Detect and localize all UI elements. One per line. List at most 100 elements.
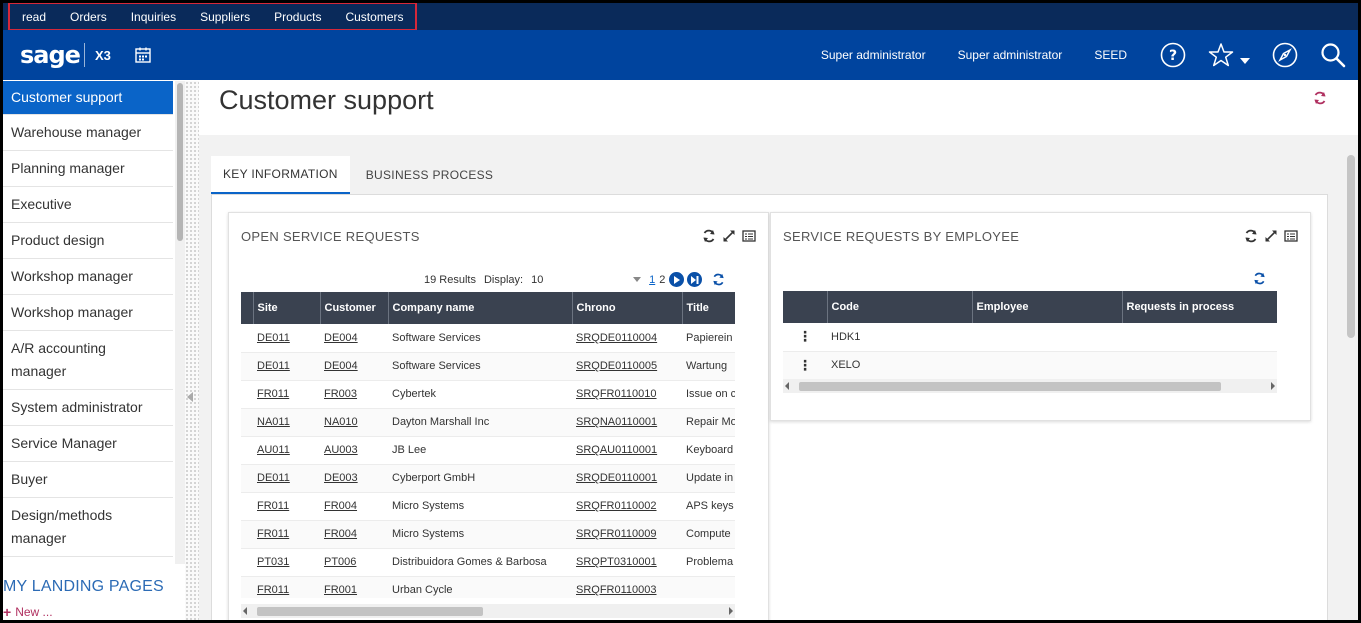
refresh-grid-icon[interactable] [712, 273, 725, 286]
customer-cell[interactable]: FR001 [320, 576, 388, 598]
scroll-right-icon[interactable] [729, 607, 733, 615]
chrono-cell[interactable]: SRQFR0110010 [572, 380, 682, 409]
site-cell[interactable]: DE011 [253, 324, 320, 353]
page-2-link[interactable]: 2 [659, 274, 665, 286]
expand-icon[interactable] [722, 229, 736, 243]
table-row[interactable]: PT031 PT006 Distribuidora Gomes & Barbosa S… [241, 548, 735, 577]
customer-cell[interactable]: FR003 [320, 380, 388, 409]
chrono-cell[interactable]: SRQFR0110003 [572, 576, 682, 598]
chrono-cell[interactable]: SRQAU0110001 [572, 436, 682, 465]
chrono-cell[interactable]: SRQFR0110002 [572, 492, 682, 521]
chrono-cell[interactable]: SRQDE0110001 [572, 464, 682, 493]
column-header-customer[interactable]: Customer [320, 292, 389, 324]
help-icon[interactable]: ? [1159, 41, 1187, 69]
table-row[interactable]: DE011 DE003 Cyberport GmbH SRQDE0110001 Upda… [241, 464, 735, 493]
sidebar-item-workshop-manager-2[interactable]: Workshop manager [3, 295, 173, 331]
collapse-sidebar-icon[interactable] [187, 392, 193, 402]
sage-logo[interactable]: sage [20, 41, 81, 69]
table-row[interactable]: DE011 DE004 Software Services SRQDE0110005 W… [241, 352, 735, 381]
folder-link[interactable]: SEED [1094, 48, 1127, 62]
sidebar-item-system-administrator[interactable]: System administrator [3, 390, 173, 426]
site-cell[interactable]: AU011 [253, 436, 320, 465]
row-selector[interactable] [241, 352, 253, 381]
chrono-cell[interactable]: SRQDE0110005 [572, 352, 682, 381]
tab-business-process[interactable]: BUSINESS PROCESS [354, 156, 506, 194]
chrono-cell[interactable]: SRQFR0110009 [572, 520, 682, 549]
table-row[interactable]: FR011 FR001 Urban Cycle SRQFR0110003 [241, 576, 735, 598]
table-row[interactable]: FR011 FR003 Cybertek SRQFR0110010 Issue on c [241, 380, 735, 409]
column-header-site[interactable]: Site [253, 292, 321, 324]
table-row[interactable]: DE011 DE004 Software Services SRQDE0110004 P… [241, 324, 735, 353]
table-row[interactable]: AU011 AU003 JB Lee SRQAU0110001 Keyboard [241, 436, 735, 465]
expand-icon[interactable] [1264, 229, 1278, 243]
row-selector[interactable] [241, 380, 253, 409]
user-role-link[interactable]: Super administrator [821, 48, 926, 62]
tab-key-information[interactable]: KEY INFORMATION [211, 156, 350, 194]
refresh-icon[interactable] [1244, 229, 1258, 243]
table-row[interactable]: ⋮ HDK1 [783, 323, 1277, 352]
scroll-thumb[interactable] [257, 607, 483, 616]
customer-cell[interactable]: DE004 [320, 324, 388, 353]
chevron-down-icon[interactable] [1239, 41, 1251, 69]
row-selector[interactable] [241, 464, 253, 493]
top-menu-products[interactable]: Products [274, 10, 321, 24]
table-row[interactable]: FR011 FR004 Micro Systems SRQFR0110002 APS k… [241, 492, 735, 521]
site-cell[interactable]: FR011 [253, 520, 320, 549]
scroll-left-icon[interactable] [243, 607, 247, 615]
main-scrollbar[interactable] [1346, 153, 1356, 620]
table-row[interactable]: NA011 NA010 Dayton Marshall Inc SRQNA011000… [241, 408, 735, 437]
column-header-company-name[interactable]: Company name [388, 292, 573, 324]
sidebar-splitter[interactable] [185, 81, 199, 620]
site-cell[interactable]: DE011 [253, 352, 320, 381]
sidebar-item-executive[interactable]: Executive [3, 187, 173, 223]
chrono-cell[interactable]: SRQPT0310001 [572, 548, 682, 577]
customer-cell[interactable]: FR004 [320, 492, 388, 521]
row-menu-icon[interactable]: ⋮ [783, 323, 827, 352]
row-selector[interactable] [241, 576, 253, 598]
refresh-grid-icon[interactable] [1253, 272, 1266, 285]
requests-horizontal-scrollbar[interactable] [241, 604, 735, 618]
sidebar-scrollbar[interactable] [175, 81, 185, 564]
top-menu-inquiries[interactable]: Inquiries [131, 10, 176, 24]
scroll-left-icon[interactable] [785, 382, 789, 390]
table-row[interactable]: FR011 FR004 Micro Systems SRQFR0110009 Compu… [241, 520, 735, 549]
top-menu-orders[interactable]: Orders [70, 10, 107, 24]
top-menu-suppliers[interactable]: Suppliers [200, 10, 250, 24]
page-1-link[interactable]: 1 [649, 274, 655, 286]
sidebar-item-ar-accounting-manager[interactable]: A/R accounting manager [3, 331, 173, 390]
scroll-right-icon[interactable] [1271, 382, 1275, 390]
customer-cell[interactable]: FR004 [320, 520, 388, 549]
last-page-icon[interactable] [687, 272, 703, 287]
calendar-icon[interactable] [135, 47, 151, 63]
refresh-icon[interactable] [702, 229, 716, 243]
refresh-page-icon[interactable] [1313, 91, 1327, 105]
row-selector[interactable] [241, 324, 253, 353]
sidebar-item-planning-manager[interactable]: Planning manager [3, 151, 173, 187]
site-cell[interactable]: FR011 [253, 380, 320, 409]
sidebar-item-buyer[interactable]: Buyer [3, 462, 173, 498]
sidebar-scroll-thumb[interactable] [177, 83, 183, 241]
compass-icon[interactable] [1271, 41, 1299, 69]
customer-cell[interactable]: DE004 [320, 352, 388, 381]
row-selector[interactable] [241, 520, 253, 549]
column-header-employee[interactable]: Employee [972, 291, 1123, 323]
site-cell[interactable]: PT031 [253, 548, 320, 577]
favorites-star-icon[interactable] [1207, 41, 1235, 69]
top-menu-customers[interactable]: Customers [345, 10, 403, 24]
row-menu-icon[interactable]: ⋮ [783, 351, 827, 379]
row-selector[interactable] [241, 408, 253, 437]
sidebar-item-service-manager[interactable]: Service Manager [3, 426, 173, 462]
user-name-link[interactable]: Super administrator [958, 48, 1063, 62]
next-page-icon[interactable] [669, 272, 685, 287]
site-cell[interactable]: NA011 [253, 408, 320, 437]
column-header-chrono[interactable]: Chrono [572, 292, 683, 324]
site-cell[interactable]: FR011 [253, 576, 320, 598]
card-settings-icon[interactable] [742, 229, 756, 243]
scroll-thumb[interactable] [799, 382, 1221, 391]
table-row[interactable]: ⋮ XELO [783, 351, 1277, 379]
column-header-requests-in-process[interactable]: Requests in process [1122, 291, 1277, 323]
top-menu-read[interactable]: read [22, 10, 46, 24]
search-icon[interactable] [1319, 41, 1347, 69]
row-selector[interactable] [241, 436, 253, 465]
sidebar-item-design-methods-manager[interactable]: Design/methods manager [3, 498, 173, 557]
